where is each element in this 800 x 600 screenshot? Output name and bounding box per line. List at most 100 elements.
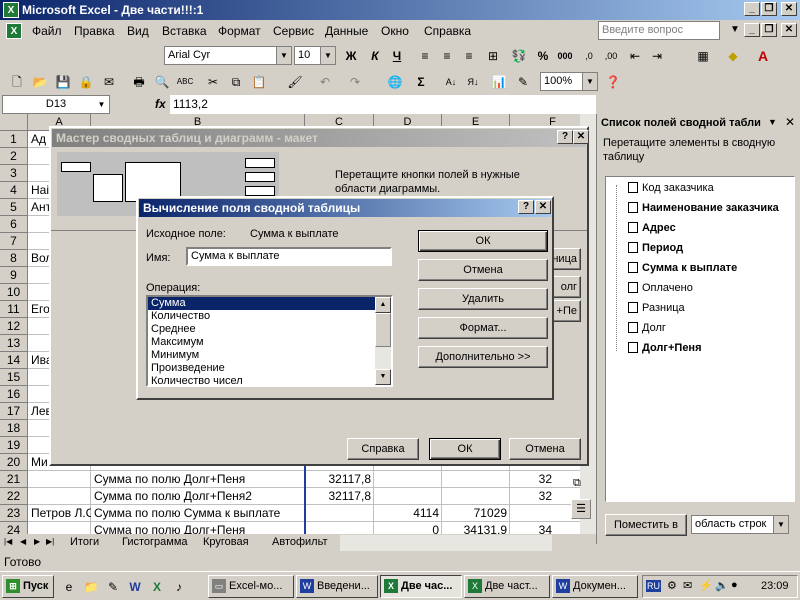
permission-icon[interactable]: 🔒 <box>77 73 95 91</box>
cell-a1[interactable]: Ад <box>28 131 49 148</box>
tab-first-icon[interactable]: |◀ <box>4 537 12 546</box>
zoom-combo[interactable]: 100% ▼ <box>540 72 598 91</box>
cell-e24[interactable]: 34131,9 <box>442 522 510 534</box>
borders-icon[interactable]: ▦ <box>694 47 712 65</box>
area-combo[interactable]: область строк ▼ <box>691 515 789 534</box>
operation-item[interactable]: Количество чисел <box>148 375 391 385</box>
cell-d23[interactable]: 4114 <box>374 505 442 522</box>
row-header[interactable]: 11 <box>0 301 28 318</box>
cell-f24[interactable]: 34 <box>510 522 555 534</box>
task-document[interactable]: W Докумен... <box>552 575 638 598</box>
merge-center-icon[interactable]: ⊞ <box>484 47 502 65</box>
menu-edit[interactable]: Правка <box>74 24 115 38</box>
decrease-decimal-icon[interactable]: ,00 <box>602 47 620 65</box>
tab-next-icon[interactable]: ▶ <box>34 537 40 546</box>
row-header[interactable]: 8 <box>0 250 28 267</box>
font-color-icon[interactable]: A <box>754 47 772 65</box>
row-header[interactable]: 2 <box>0 148 28 165</box>
wizard-help-text-button[interactable]: Справка <box>347 438 419 460</box>
tray-icon-1[interactable]: ⚙ <box>667 579 677 592</box>
cell-a23[interactable]: Петров Л.С <box>28 505 91 522</box>
volume-icon[interactable]: 🔈 <box>715 579 729 592</box>
paste-icon[interactable]: 📋 <box>250 73 268 91</box>
scroll-down-icon[interactable]: ▼ <box>375 369 391 385</box>
redo-icon[interactable]: ↷ <box>346 73 364 91</box>
wizard-cancel-button[interactable]: Отмена <box>509 438 581 460</box>
spelling-icon[interactable]: ABC <box>176 73 194 91</box>
bold-button[interactable]: Ж <box>342 47 360 65</box>
language-indicator[interactable]: RU <box>646 580 661 592</box>
row-header[interactable]: 14 <box>0 352 28 369</box>
new-file-icon[interactable]: 🗋 <box>8 73 26 91</box>
minimize-button[interactable]: _ <box>744 2 760 16</box>
help-question-input[interactable]: Введите вопрос <box>598 21 720 40</box>
row-header[interactable]: 16 <box>0 386 28 403</box>
underline-button[interactable]: Ч <box>388 47 406 65</box>
operation-item[interactable]: Максимум <box>148 336 391 349</box>
operation-item[interactable]: Сумма <box>148 297 391 310</box>
pane-menu-icon[interactable]: ▼ <box>768 117 777 127</box>
operation-listbox[interactable]: Сумма Количество Среднее Максимум Минимум Про… <box>146 295 393 387</box>
row-header[interactable]: 5 <box>0 199 28 216</box>
email-icon[interactable]: ✉ <box>100 73 118 91</box>
chevron-down-icon[interactable]: ▼ <box>276 47 291 64</box>
copy-icon[interactable]: ⧉ <box>227 73 245 91</box>
print-preview-icon[interactable]: 🔍 <box>153 73 171 91</box>
pane-close-icon[interactable]: ✕ <box>785 115 795 129</box>
menu-help[interactable]: Справка <box>424 24 471 38</box>
row-header[interactable]: 22 <box>0 488 28 505</box>
menu-tools[interactable]: Сервис <box>273 24 314 38</box>
tab-pie[interactable]: Круговая <box>203 536 249 548</box>
percent-button[interactable]: % <box>534 47 552 65</box>
tab-autofilter[interactable]: Автофильт <box>272 536 328 548</box>
excel-app-icon[interactable]: X <box>3 2 19 18</box>
format-button[interactable]: Формат... <box>418 317 548 339</box>
drawing-icon[interactable]: ✎ <box>514 73 532 91</box>
cell-f22[interactable]: 32 <box>510 488 555 505</box>
field-list-toggle-icon[interactable]: ☰ <box>571 499 591 519</box>
task-dve-chasti-active[interactable]: X Две час... <box>380 575 462 598</box>
scroll-up-icon[interactable]: ▲ <box>375 297 391 313</box>
increase-indent-icon[interactable]: ⇥ <box>648 47 666 65</box>
autosum-button[interactable]: Σ <box>412 73 430 91</box>
task-excel-mo[interactable]: ▭ Excel-мо... <box>208 575 294 598</box>
pivot-field-item[interactable]: Код заказчика <box>628 179 714 197</box>
dialog-cancel-button[interactable]: Отмена <box>418 259 548 281</box>
name-box[interactable]: D13 ▼ <box>2 95 110 114</box>
align-center-icon[interactable]: ≡ <box>438 47 456 65</box>
pivot-field-item[interactable]: Наименование заказчика <box>628 199 779 217</box>
menu-view[interactable]: Вид <box>127 24 149 38</box>
task-vvedeni[interactable]: W Введени... <box>296 575 378 598</box>
workbook-icon[interactable]: X <box>6 23 22 39</box>
font-size-combo[interactable]: 10 ▼ <box>294 46 336 65</box>
tab-itogi[interactable]: Итоги <box>70 536 99 548</box>
help-dropdown-icon[interactable]: ▼ <box>730 24 740 35</box>
cut-icon[interactable]: ✂ <box>204 73 222 91</box>
window-titlebar[interactable]: X Microsoft Excel - Две части!!!:1 _ ❐ ✕ <box>0 0 800 20</box>
pivot-field-item[interactable]: Период <box>628 239 683 257</box>
operation-item[interactable]: Среднее <box>148 323 391 336</box>
doc-close-button[interactable]: ✕ <box>781 23 797 37</box>
menu-file[interactable]: Файл <box>32 24 62 38</box>
dialog-close-button[interactable]: ✕ <box>535 200 551 214</box>
align-right-icon[interactable]: ≡ <box>460 47 478 65</box>
fill-color-icon[interactable]: ◆ <box>724 47 742 65</box>
mail-icon[interactable]: ✉ <box>683 579 692 592</box>
hyperlink-icon[interactable]: 🌐 <box>386 73 404 91</box>
chevron-down-icon[interactable]: ▼ <box>582 73 597 90</box>
cell-d24[interactable]: 0 <box>374 522 442 534</box>
tab-last-icon[interactable]: ▶| <box>46 537 54 546</box>
tray-icon-5[interactable]: ● <box>731 579 738 591</box>
undo-icon[interactable]: ↶ <box>316 73 334 91</box>
row-header[interactable]: 19 <box>0 437 28 454</box>
chart-wizard-icon[interactable]: 📊 <box>490 73 508 91</box>
format-painter-icon[interactable]: 🖌 <box>286 73 304 91</box>
operation-item[interactable]: Минимум <box>148 349 391 362</box>
field-list-box[interactable]: Код заказчика Наименование заказчика Адрес… <box>605 176 795 502</box>
increase-decimal-icon[interactable]: ,0 <box>580 47 598 65</box>
pivot-field-item[interactable]: Адрес <box>628 219 676 237</box>
cell-b22[interactable]: Сумма по полю Долг+Пеня2 <box>91 488 305 505</box>
wizard-help-button[interactable]: ? <box>557 130 573 144</box>
row-header[interactable]: 12 <box>0 318 28 335</box>
cell-b23[interactable]: Сумма по полю Сумма к выплате <box>91 505 305 522</box>
